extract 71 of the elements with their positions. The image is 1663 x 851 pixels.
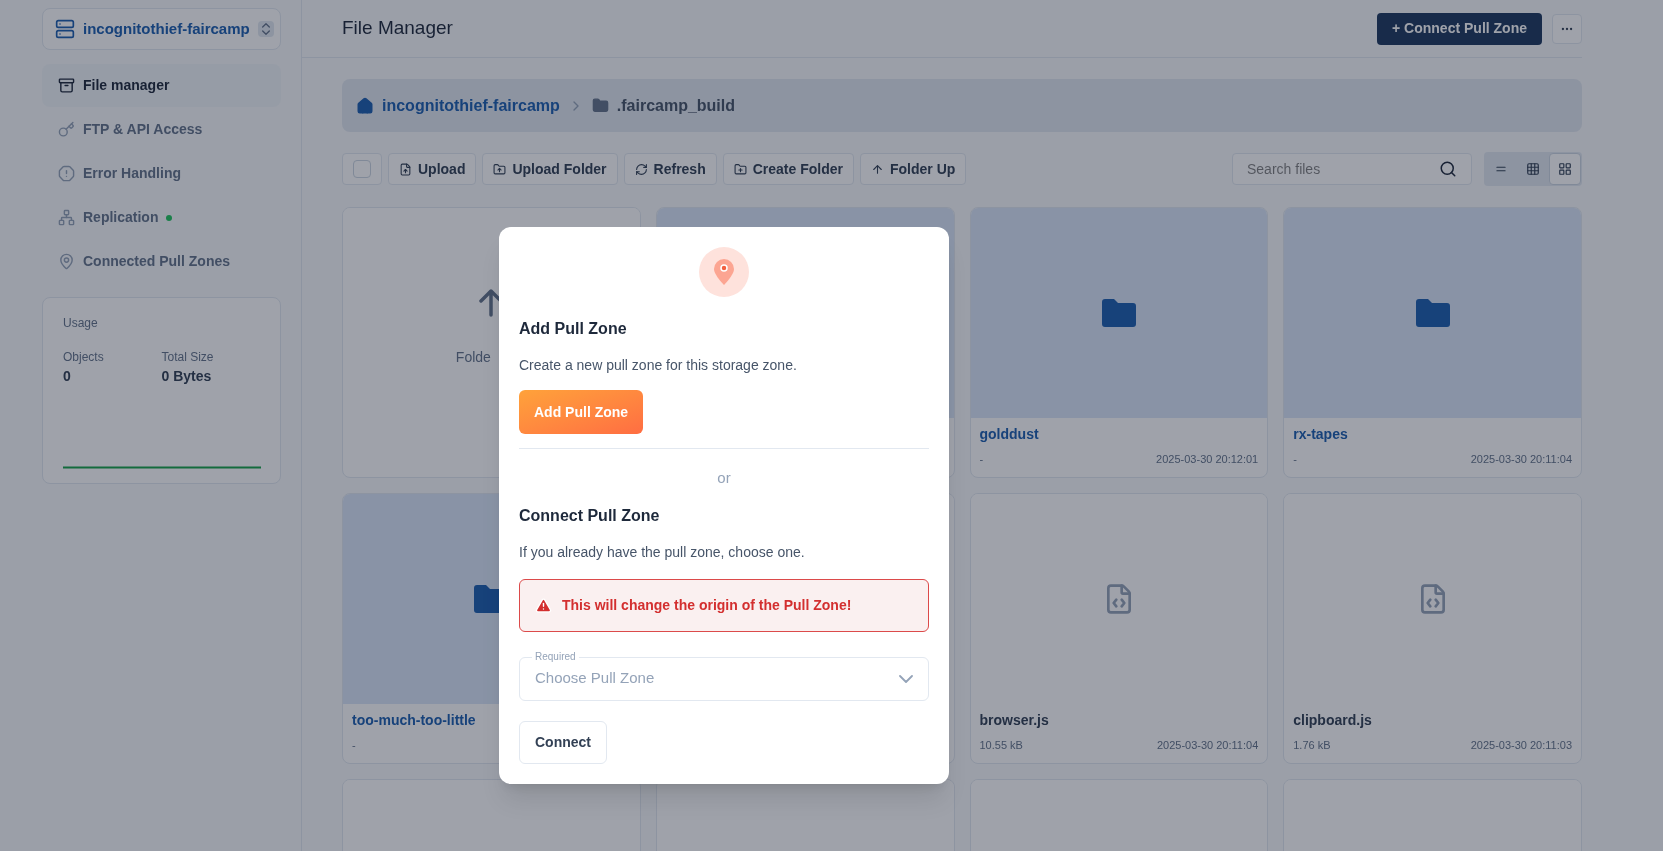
add-pull-zone-button[interactable]: Add Pull Zone (519, 390, 644, 434)
small-grid-icon (1526, 162, 1540, 176)
breadcrumb-link[interactable]: .faircamp_build (616, 93, 736, 118)
file-date: 2025-03-30 20:11:04 (1156, 738, 1259, 753)
home-icon (356, 96, 374, 115)
file-date: 2025-03-30 20:11:03 (1470, 738, 1572, 753)
folder-icon (1415, 299, 1450, 327)
file-card[interactable]: clipboard.js 1.76 kB 2025-03-30 20:11:03 (1283, 493, 1582, 764)
file-size: - (1293, 452, 1297, 467)
search-input[interactable]: Search files (1247, 158, 1439, 180)
sidebar-item[interactable]: Replication (42, 196, 281, 239)
sidebar-item[interactable]: Connected Pull Zones (42, 240, 281, 283)
file-name: golddust (979, 425, 1040, 444)
chevron-down-icon (899, 674, 913, 683)
file-name: browser.js (979, 711, 1050, 730)
chevrons-icon (257, 21, 274, 37)
toolbar-button[interactable]: Refresh (623, 153, 717, 185)
file-card[interactable]: golddust - 2025-03-30 20:12:01 (969, 207, 1269, 478)
breadcrumb-link[interactable]: incognitothief-faircamp (382, 93, 560, 118)
page-title: File Manager (342, 16, 453, 41)
storage-selector[interactable]: incognitothief-faircamp (42, 8, 281, 50)
folder-icon (1101, 299, 1136, 327)
folder-plus-icon (733, 162, 747, 176)
file-name: too-much-too-little (352, 711, 477, 730)
sidebar-item[interactable]: FTP & API Access (42, 108, 281, 151)
stat-value: 0 (63, 367, 72, 386)
file-name: clipboard.js (1293, 711, 1373, 730)
stat-label: Total Size (161, 349, 215, 366)
pin-badge-icon (699, 247, 749, 297)
toolbar-button[interactable]: Create Folder (722, 153, 854, 185)
file-date: 2025-03-30 20:11:04 (1470, 452, 1572, 467)
warning-icon (535, 596, 552, 614)
view-button[interactable] (1549, 153, 1581, 185)
folder-upload-icon (493, 162, 507, 176)
stat-value: 0 Bytes (161, 367, 213, 386)
toolbar-button[interactable]: Folder Up (859, 153, 967, 185)
map-pin-icon (58, 253, 75, 270)
large-grid-icon (1558, 162, 1572, 176)
search-field[interactable]: Search files (1232, 153, 1472, 185)
folder-icon (591, 97, 609, 114)
file-size: 1.76 kB (1293, 738, 1331, 753)
network-icon (58, 209, 75, 226)
connect-button[interactable]: Connect (519, 720, 607, 764)
toolbar-button[interactable]: Upload (388, 153, 477, 185)
folder-up-label: Folde (455, 347, 491, 367)
search-icon (1439, 160, 1457, 178)
arrow-up-icon (870, 162, 884, 176)
dialog-heading: Add Pull Zone (519, 319, 628, 339)
file-size: 10.55 kB (979, 738, 1023, 753)
key-icon (58, 121, 75, 138)
file-upload-icon (399, 162, 412, 176)
toolbar-button[interactable]: Upload Folder (482, 153, 618, 185)
server-icon (55, 19, 75, 39)
file-size: - (352, 738, 356, 753)
file-size: - (979, 452, 984, 467)
file-card[interactable]: rx-tapes - 2025-03-30 20:11:04 (1283, 207, 1582, 478)
sidebar-item[interactable]: Error Handling (42, 152, 281, 195)
file-name: rx-tapes (1293, 425, 1349, 444)
file-date: 2025-03-30 20:12:01 (1156, 452, 1259, 467)
usage-title: Usage (63, 315, 99, 332)
cabinet-icon (58, 77, 75, 94)
refresh-icon (634, 162, 648, 176)
more-button[interactable] (1552, 13, 1582, 44)
select-all-checkbox[interactable] (342, 153, 382, 185)
connect-pull-zone-button[interactable]: + Connect Pull Zone (1377, 12, 1542, 45)
field-label: Required (532, 649, 579, 664)
stat-label: Objects (63, 349, 105, 366)
alert-icon (58, 165, 75, 182)
sidebar-item[interactable]: File manager (42, 64, 281, 107)
file-card[interactable]: browser.js 10.55 kB 2025-03-30 20:11:04 (969, 493, 1269, 764)
or-separator: or (717, 468, 731, 488)
